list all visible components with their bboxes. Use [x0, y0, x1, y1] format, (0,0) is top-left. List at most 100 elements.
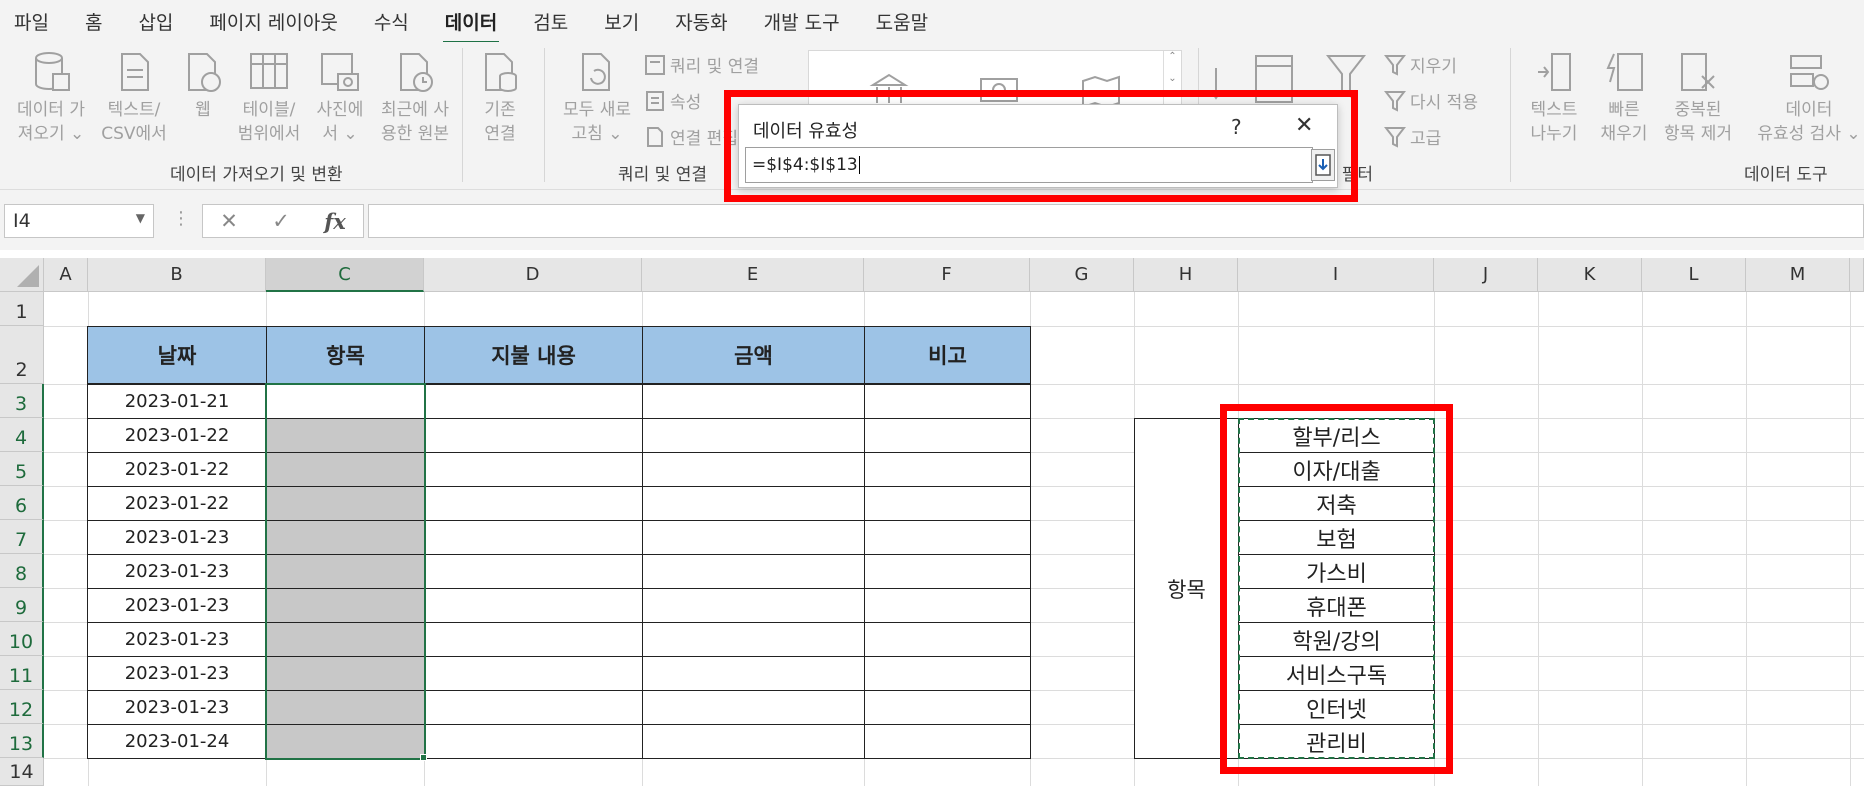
row-header-10[interactable]: 10 [0, 622, 44, 656]
row-header-11[interactable]: 11 [0, 656, 44, 690]
recent-sources-button[interactable]: 최근에 사 용한 원본 [372, 50, 458, 146]
note-cell[interactable] [864, 520, 1031, 555]
date-cell[interactable]: 2023-01-23 [87, 520, 267, 555]
note-cell[interactable] [864, 724, 1031, 759]
tab-home[interactable]: 홈 [85, 4, 102, 39]
note-cell[interactable] [864, 452, 1031, 487]
properties-button[interactable]: 속성 [644, 88, 701, 113]
amount-cell[interactable] [642, 588, 865, 623]
note-cell[interactable] [864, 622, 1031, 657]
amount-cell[interactable] [642, 656, 865, 691]
payment-cell[interactable] [424, 588, 643, 623]
tab-view[interactable]: 보기 [604, 4, 639, 39]
amount-cell[interactable] [642, 622, 865, 657]
row-header-12[interactable]: 12 [0, 690, 44, 724]
table-header-item[interactable]: 항목 [266, 326, 425, 384]
column-header-f[interactable]: F [864, 258, 1030, 292]
fill-handle[interactable] [420, 754, 427, 761]
remove-duplicates-button[interactable]: 중복된 항목 제거 [1646, 50, 1750, 146]
clear-filter-button[interactable]: 지우기 [1384, 52, 1457, 77]
tab-insert[interactable]: 삽입 [138, 4, 173, 39]
row-header-5[interactable]: 5 [0, 452, 44, 486]
name-box[interactable]: I4 ▼ [4, 204, 154, 238]
amount-cell[interactable] [642, 690, 865, 725]
column-header-j[interactable]: J [1434, 258, 1538, 292]
column-header-a[interactable]: A [44, 258, 88, 292]
date-cell[interactable]: 2023-01-23 [87, 690, 267, 725]
row-header-14[interactable]: 14 [0, 758, 44, 786]
text-to-columns-button[interactable]: 텍스트 나누기 [1520, 50, 1588, 146]
tab-page-layout[interactable]: 페이지 레이아웃 [209, 4, 337, 39]
row-header-6[interactable]: 6 [0, 486, 44, 520]
payment-cell[interactable] [424, 554, 643, 589]
column-header-g[interactable]: G [1030, 258, 1134, 292]
item-cell[interactable] [266, 690, 425, 725]
existing-connections-button[interactable]: 기존 연결 [470, 50, 530, 146]
row-header-13[interactable]: 13 [0, 724, 44, 758]
amount-cell[interactable] [642, 554, 865, 589]
row-header-8[interactable]: 8 [0, 554, 44, 588]
column-header-c[interactable]: C [266, 258, 424, 292]
column-header-m[interactable]: M [1746, 258, 1850, 292]
item-cell[interactable] [266, 418, 425, 453]
amount-cell[interactable] [642, 384, 865, 419]
date-cell[interactable]: 2023-01-24 [87, 724, 267, 759]
table-range-button[interactable]: 테이블/ 범위에서 [234, 50, 304, 146]
get-data-button[interactable]: 데이터 가 져오기 ⌄ [8, 50, 94, 146]
payment-cell[interactable] [424, 622, 643, 657]
date-cell[interactable]: 2023-01-22 [87, 486, 267, 521]
tab-automate[interactable]: 자동화 [675, 4, 727, 39]
date-cell[interactable]: 2023-01-23 [87, 656, 267, 691]
note-cell[interactable] [864, 418, 1031, 453]
payment-cell[interactable] [424, 724, 643, 759]
payment-cell[interactable] [424, 452, 643, 487]
enter-icon[interactable]: ✓ [272, 209, 290, 233]
item-cell[interactable] [266, 520, 425, 555]
column-header-i[interactable]: I [1238, 258, 1434, 292]
tab-developer[interactable]: 개발 도구 [764, 4, 840, 39]
payment-cell[interactable] [424, 656, 643, 691]
column-header-l[interactable]: L [1642, 258, 1746, 292]
note-cell[interactable] [864, 588, 1031, 623]
date-cell[interactable]: 2023-01-22 [87, 452, 267, 487]
chevron-down-icon[interactable]: ▼ [136, 211, 145, 225]
column-header-k[interactable]: K [1538, 258, 1642, 292]
item-cell[interactable] [266, 622, 425, 657]
web-button[interactable]: 웹 [178, 50, 228, 122]
tab-data[interactable]: 데이터 [442, 4, 500, 44]
tab-formulas[interactable]: 수식 [374, 4, 409, 39]
column-header-b[interactable]: B [88, 258, 266, 292]
amount-cell[interactable] [642, 418, 865, 453]
advanced-filter-button[interactable]: 고급 [1384, 124, 1441, 149]
text-csv-button[interactable]: 텍스트/ CSV에서 [96, 50, 172, 146]
amount-cell[interactable] [642, 486, 865, 521]
formula-input[interactable] [368, 204, 1864, 238]
row-header-4[interactable]: 4 [0, 418, 44, 452]
payment-cell[interactable] [424, 384, 643, 419]
date-cell[interactable]: 2023-01-23 [87, 554, 267, 589]
item-cell[interactable] [266, 384, 425, 419]
data-validation-button[interactable]: 데이터 유효성 검사 ⌄ [1754, 50, 1864, 146]
row-header-1[interactable]: 1 [0, 292, 44, 326]
select-all-corner[interactable] [0, 258, 44, 292]
column-header-h[interactable]: H [1134, 258, 1238, 292]
insert-function-icon[interactable]: fx [324, 209, 346, 234]
payment-cell[interactable] [424, 486, 643, 521]
date-cell[interactable]: 2023-01-22 [87, 418, 267, 453]
tab-review[interactable]: 검토 [533, 4, 568, 39]
tab-help[interactable]: 도움말 [876, 4, 928, 39]
note-cell[interactable] [864, 554, 1031, 589]
date-cell[interactable]: 2023-01-21 [87, 384, 267, 419]
note-cell[interactable] [864, 486, 1031, 521]
table-header-date[interactable]: 날짜 [87, 326, 267, 384]
note-cell[interactable] [864, 690, 1031, 725]
spreadsheet-grid[interactable]: A B C D E F G H I J K L M 1 2 3 4 5 6 7 … [0, 258, 1864, 786]
item-cell[interactable] [266, 452, 425, 487]
item-cell[interactable] [266, 724, 425, 759]
table-header-note[interactable]: 비고 [864, 326, 1031, 384]
row-header-7[interactable]: 7 [0, 520, 44, 554]
row-header-2[interactable]: 2 [0, 326, 44, 384]
table-header-amount[interactable]: 금액 [642, 326, 865, 384]
cancel-icon[interactable]: ✕ [220, 209, 238, 233]
column-header-d[interactable]: D [424, 258, 642, 292]
